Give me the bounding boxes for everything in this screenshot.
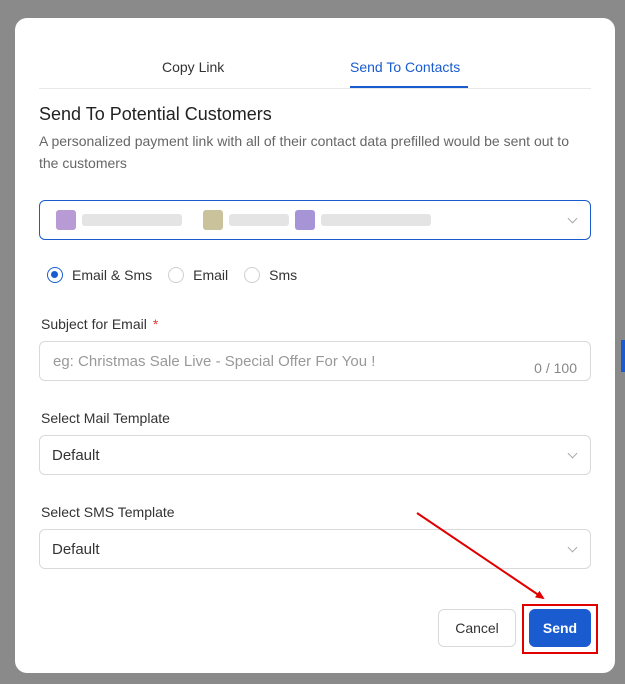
annotation-arrow — [416, 512, 545, 600]
